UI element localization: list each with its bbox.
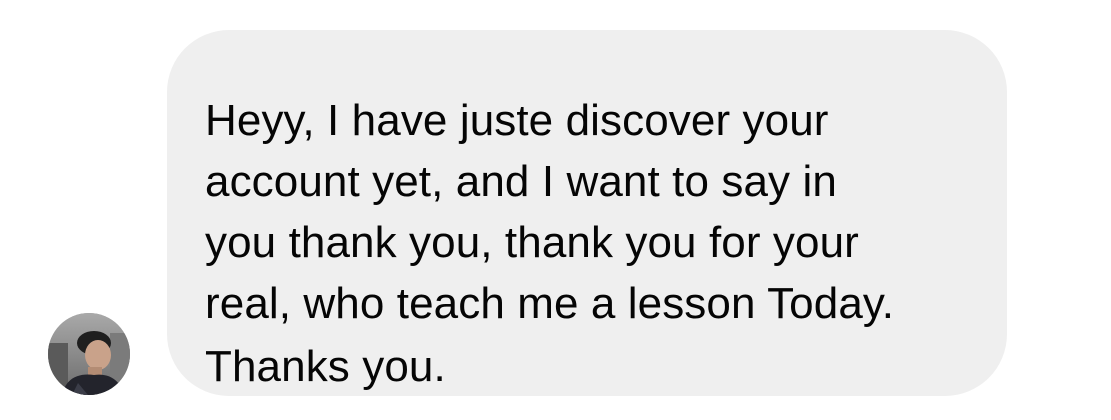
avatar-photo-icon (48, 313, 130, 395)
message-line: Thanks you. (205, 342, 446, 391)
message-bubble[interactable]: Heyy, I have juste discover your account… (167, 30, 1007, 396)
message-line: you thank you, thank you for your (205, 218, 859, 267)
sender-avatar[interactable] (48, 313, 130, 395)
message-line: real, who teach me a lesson Today. (205, 279, 895, 328)
message-line: Heyy, I have juste discover your (205, 96, 829, 145)
message-line: account yet, and I want to say in (205, 157, 837, 206)
